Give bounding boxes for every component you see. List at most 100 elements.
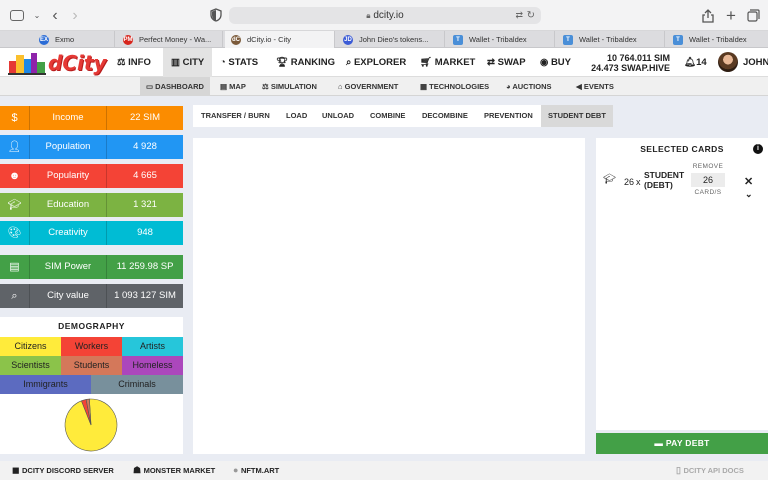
stat-value: 11 259.98 SP <box>106 255 183 279</box>
chevron-down-icon[interactable]: ⌄ <box>30 9 44 23</box>
action-transfer-burn[interactable]: TRANSFER / BURN <box>194 105 277 127</box>
stat-label: Income <box>29 106 106 130</box>
subnav-technologies[interactable]: ▦ TECHNOLOGIES <box>414 77 495 96</box>
stat-value: 22 SIM <box>106 106 183 130</box>
subnav-dashboard[interactable]: ▭ DASHBOARD <box>140 77 210 96</box>
privacy-shield-icon[interactable] <box>209 8 223 22</box>
remove-label: REMOVE <box>692 163 724 170</box>
cart-icon: 🛒︎ <box>420 57 435 68</box>
legend-immigrants[interactable]: Immigrants <box>0 375 91 394</box>
nav-label: INFO <box>128 57 151 68</box>
user-menu[interactable]: JOHN <box>743 48 768 77</box>
subnav-label: SIMULATION <box>270 82 317 91</box>
tab-favicon: PM <box>123 35 133 45</box>
tab-label: Exmo <box>55 35 75 44</box>
stat-value: 1 093 127 SIM <box>106 284 183 308</box>
browser-tab[interactable]: PM Perfect Money - Wa... <box>117 31 223 48</box>
subnav-auctions[interactable]: ◕ AUCTIONS <box>500 77 558 96</box>
action-decombine[interactable]: DECOMBINE <box>415 105 475 127</box>
translate-icon[interactable]: ⇄ <box>515 7 523 24</box>
browser-tab[interactable]: T Wallet - Tribaldex <box>447 31 555 48</box>
stat-label: Education <box>29 193 106 217</box>
action-load[interactable]: LOAD <box>279 105 314 127</box>
address-bar[interactable]: 🔒︎ dcity.io ⇄ ↻ <box>229 7 541 24</box>
nav-explorer[interactable]: ⌕ EXPLORER <box>342 48 410 77</box>
browser-tab[interactable]: T Wallet - Tribaldex <box>667 31 768 48</box>
info-icon[interactable]: i <box>753 144 763 154</box>
pay-debt-button[interactable]: ▬ PAY DEBT <box>596 433 768 454</box>
reload-icon[interactable]: ↻ <box>527 7 535 24</box>
card-name: STUDENT (DEBT) <box>644 170 684 190</box>
back-icon[interactable]: ‹ <box>48 8 62 24</box>
legend-homeless[interactable]: Homeless <box>122 356 183 375</box>
money-icon: ▤ <box>9 261 20 273</box>
stat-city-value: ⌕ City value 1 093 127 SIM <box>0 284 183 308</box>
browser-tab[interactable]: T Wallet - Tribaldex <box>557 31 665 48</box>
forward-icon[interactable]: › <box>68 8 82 24</box>
monster-market-link[interactable]: ☗ MONSTER MARKET <box>133 461 215 480</box>
legend-scientists[interactable]: Scientists <box>0 356 61 375</box>
buildings-icon: ▥ <box>171 57 183 68</box>
map-icon: ▤ <box>220 82 230 91</box>
nav-city[interactable]: ▥ CITY <box>163 48 213 77</box>
share-icon[interactable] <box>701 9 715 23</box>
subnav-label: MAP <box>229 82 246 91</box>
subnav-simulation[interactable]: ⚖ SIMULATION <box>256 77 323 96</box>
person-icon: 👤︎ <box>7 141 22 153</box>
subnav-events[interactable]: ◀ EVENTS <box>570 77 620 96</box>
legend-students[interactable]: Students <box>61 356 122 375</box>
stat-income: $ Income 22 SIM <box>0 106 183 130</box>
nav-stats[interactable]: ◔ STATS <box>216 48 262 77</box>
stat-education: 🎓︎ Education 1 321 <box>0 193 183 217</box>
sidebar-toggle-icon[interactable] <box>10 10 24 21</box>
chevron-down-icon[interactable]: ⌄ <box>745 189 753 200</box>
tab-label: dCity.io - City <box>247 35 292 44</box>
search-icon: ⌕ <box>346 57 354 68</box>
subnav-government[interactable]: ⌂ GOVERNMENT <box>332 77 404 96</box>
wallet-balance[interactable]: 10 764.011 SIM 24.473 SWAP.HIVE <box>586 53 670 73</box>
stat-value: 4 665 <box>106 164 183 188</box>
tab-overview-icon[interactable] <box>746 9 760 23</box>
legend-workers[interactable]: Workers <box>61 337 122 356</box>
nav-swap[interactable]: ⇄ SWAP <box>483 48 530 77</box>
nav-ranking[interactable]: 🏆︎ RANKING <box>272 48 339 77</box>
nav-buy[interactable]: ◉ BUY <box>536 48 575 77</box>
notifications-button[interactable]: 🔔︎14 <box>682 48 709 77</box>
nav-label: RANKING <box>290 57 336 68</box>
browser-tab[interactable]: JD John Dieo's tokens... <box>337 31 445 48</box>
remove-quantity-input[interactable]: 26 <box>691 173 725 187</box>
nftm-link[interactable]: ● NFTM.ART <box>233 461 279 480</box>
avatar[interactable] <box>718 52 738 72</box>
legend-criminals[interactable]: Criminals <box>91 375 183 394</box>
stat-value: 4 928 <box>106 135 183 159</box>
browser-tab[interactable]: EX Exmo <box>33 31 115 48</box>
stat-value: 948 <box>106 221 183 245</box>
close-icon[interactable]: ✕ <box>744 175 753 188</box>
stat-label: City value <box>29 284 106 308</box>
api-docs-link[interactable]: ▯ DCITY API DOCS <box>676 461 744 480</box>
action-student-debt[interactable]: STUDENT DEBT <box>541 105 613 127</box>
footer-label: DCITY DISCORD SERVER <box>21 466 114 475</box>
subnav-label: TECHNOLOGIES <box>429 82 490 91</box>
nav-label: STATS <box>228 57 259 68</box>
coins-icon: ◉ <box>540 57 551 68</box>
legend-citizens[interactable]: Citizens <box>0 337 61 356</box>
new-tab-icon[interactable]: + <box>724 7 738 24</box>
nav-label: CITY <box>182 57 205 68</box>
subnav-map[interactable]: ▤ MAP <box>214 77 252 96</box>
landmark-icon: ⌂ <box>338 82 345 91</box>
card-name-line2: (DEBT) <box>644 179 673 190</box>
city-skyline-icon <box>8 53 46 75</box>
legend-artists[interactable]: Artists <box>122 337 183 356</box>
action-combine[interactable]: COMBINE <box>363 105 412 127</box>
discord-link[interactable]: ◼ DCITY DISCORD SERVER <box>12 461 114 480</box>
browser-toolbar: ⌄ ‹ › 🔒︎ dcity.io ⇄ ↻ + <box>0 0 768 31</box>
stat-label: SIM Power <box>29 255 106 279</box>
browser-tab-active[interactable]: dC dCity.io - City <box>225 31 335 48</box>
action-prevention[interactable]: PREVENTION <box>477 105 540 127</box>
dcity-logo[interactable]: dCity <box>8 51 106 75</box>
main-navigation: dCity ⚖ INFO ▥ CITY ◔ STATS 🏆︎ RANKING ⌕… <box>0 48 768 77</box>
nav-info[interactable]: ⚖ INFO <box>112 48 156 77</box>
action-unload[interactable]: UNLOAD <box>315 105 361 127</box>
nav-market[interactable]: 🛒︎ MARKET <box>416 48 479 77</box>
